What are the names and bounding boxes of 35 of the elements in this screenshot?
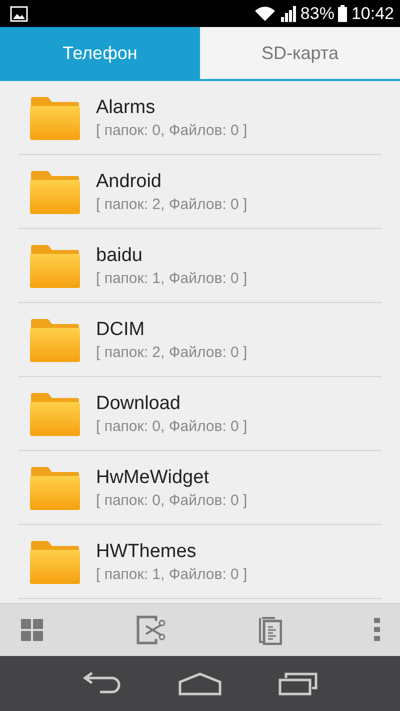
battery-icon — [338, 5, 348, 22]
grid-view-icon[interactable] — [20, 618, 44, 642]
folder-icon — [30, 540, 80, 584]
copy-icon[interactable] — [258, 615, 282, 645]
folder-info: [ папок: 0, Файлов: 0 ] — [96, 122, 248, 138]
back-icon[interactable] — [82, 672, 122, 696]
recent-apps-icon[interactable] — [278, 672, 318, 696]
folder-info: [ папок: 0, Файлов: 0 ] — [96, 492, 248, 508]
folder-info: [ папок: 2, Файлов: 0 ] — [96, 344, 248, 360]
folder-icon — [30, 244, 80, 288]
folder-name[interactable]: HwMeWidget — [96, 466, 248, 488]
picture-icon — [10, 6, 28, 22]
folder-icon — [30, 392, 80, 436]
tab[interactable]: SD-карта — [200, 27, 400, 79]
folder-info: [ папок: 0, Файлов: 0 ] — [96, 418, 248, 434]
wifi-icon — [254, 6, 276, 22]
folder-name[interactable]: baidu — [96, 244, 248, 266]
folder-info: [ папок: 1, Файлов: 0 ] — [96, 566, 248, 582]
cut-icon[interactable] — [136, 615, 166, 645]
folder-icon — [30, 466, 80, 510]
folder-info: [ папок: 2, Файлов: 0 ] — [96, 196, 248, 212]
folder-icon — [30, 96, 80, 140]
folder-icon — [30, 318, 80, 362]
signal-icon — [280, 6, 296, 22]
folder-info: [ папок: 1, Файлов: 0 ] — [96, 270, 248, 286]
folder-name[interactable]: Android — [96, 170, 248, 192]
folder-name[interactable]: DCIM — [96, 318, 248, 340]
folder-name[interactable]: HWThemes — [96, 540, 248, 562]
clock: 10:42 — [351, 4, 394, 24]
folder-icon — [30, 170, 80, 214]
more-icon[interactable] — [374, 618, 380, 642]
folder-name[interactable]: Download — [96, 392, 248, 414]
battery-percent: 83% — [300, 4, 334, 24]
home-icon[interactable] — [178, 672, 222, 696]
folder-name[interactable]: Alarms — [96, 96, 248, 118]
